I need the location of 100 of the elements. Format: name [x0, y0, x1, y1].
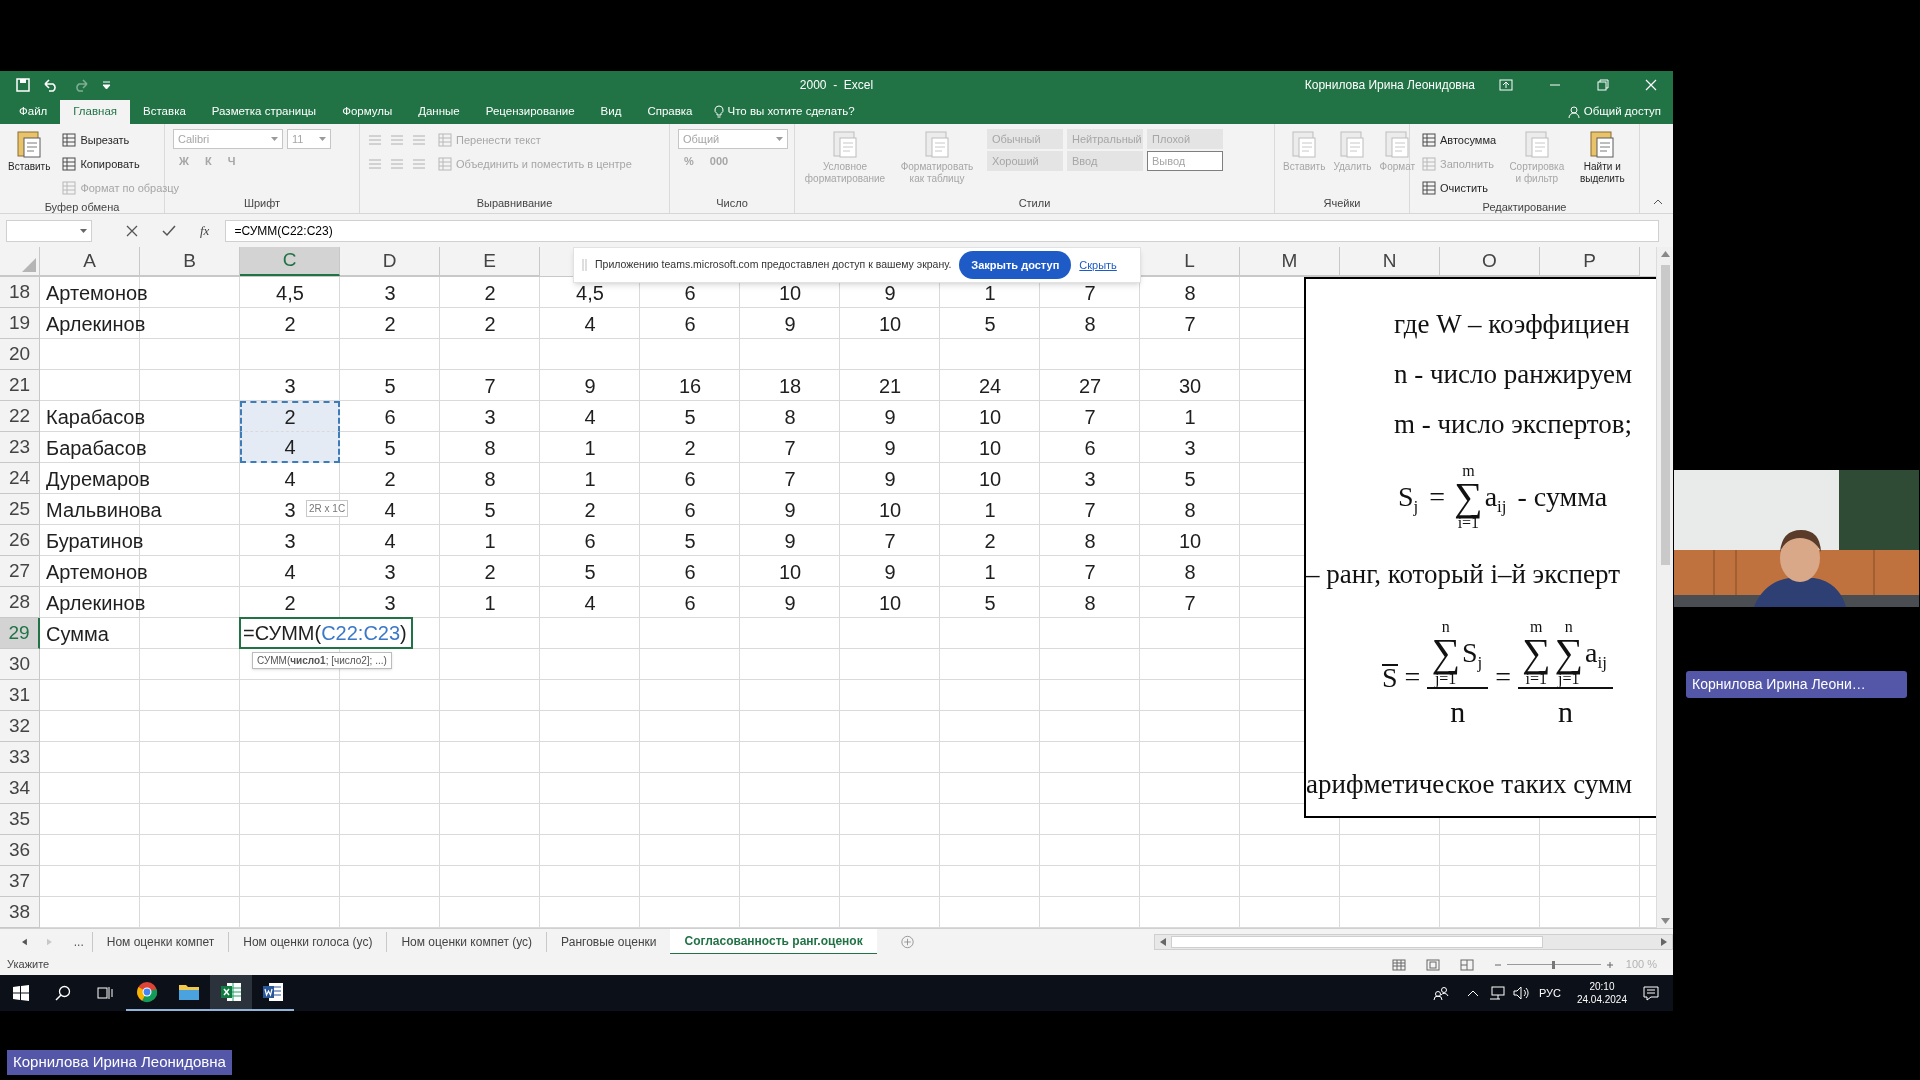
table-cell-text: 3 [284, 497, 296, 523]
column-header[interactable]: B [140, 247, 240, 276]
grip-icon[interactable] [582, 259, 587, 271]
row-header[interactable]: 24 [0, 463, 40, 494]
volume-icon[interactable] [1512, 986, 1529, 1000]
more-sheets-button[interactable]: ... [65, 932, 92, 951]
column-header[interactable]: E [440, 247, 540, 276]
ribbon-button[interactable]: Вставить [8, 129, 51, 173]
start-icon[interactable] [13, 985, 29, 1001]
collapse-ribbon-icon[interactable] [1653, 199, 1663, 205]
column-header[interactable]: C [240, 247, 340, 276]
zoom-slider[interactable] [1506, 958, 1601, 971]
search-icon[interactable] [55, 985, 71, 1001]
slider-thumb[interactable] [1552, 960, 1556, 969]
clock-date[interactable]: 24.04.2024 [1576, 993, 1627, 1006]
previous-sheet-icon[interactable] [22, 937, 27, 946]
cell-editor[interactable]: =СУММ(C22:C23) [239, 617, 413, 649]
scroll-right-icon[interactable] [1661, 937, 1667, 946]
ribbon-tab[interactable]: Вставка [130, 100, 199, 124]
share-button[interactable]: Общий доступ [1555, 100, 1673, 124]
save-icon[interactable] [16, 77, 30, 92]
notification-icon[interactable] [1643, 985, 1659, 1001]
page-break-icon[interactable] [1459, 958, 1474, 971]
ribbon-display-icon[interactable] [1499, 78, 1513, 91]
ribbon-tab[interactable]: Вид [587, 100, 635, 124]
row-header[interactable]: 30 [0, 649, 40, 680]
column-header[interactable]: N [1340, 247, 1440, 276]
scroll-up-icon[interactable] [1660, 251, 1670, 257]
table-cell-text: 6 [684, 466, 696, 492]
close-icon[interactable] [1645, 78, 1657, 91]
formula-input[interactable]: =СУММ(C22:C23) [225, 219, 1659, 242]
ribbon-tab[interactable]: Разметка страницы [198, 100, 330, 124]
column-header[interactable]: P [1540, 247, 1640, 276]
row-header[interactable]: 23 [0, 432, 40, 463]
row-header[interactable]: 37 [0, 866, 40, 897]
normal-view-icon[interactable] [1391, 958, 1406, 971]
ribbon-tab[interactable]: Главная [60, 100, 131, 124]
check-icon[interactable] [162, 224, 176, 237]
ribbon-tab[interactable]: Рецензирование [472, 100, 588, 124]
row-header[interactable]: 20 [0, 339, 40, 370]
scroll-down-icon[interactable] [1660, 918, 1670, 924]
document-text: арифметическое таких сумм [1306, 767, 1633, 801]
row-header[interactable]: 33 [0, 742, 40, 773]
table-cell-text: 2 [684, 435, 696, 461]
ribbon-button[interactable]: Копировать [58, 153, 144, 175]
taskbar-app[interactable] [210, 975, 252, 1011]
row-header[interactable]: 27 [0, 556, 40, 587]
ribbon-button[interactable]: Автосумма [1418, 129, 1501, 151]
people-icon[interactable] [1432, 985, 1449, 1001]
restore-icon[interactable] [1597, 78, 1609, 91]
row-header[interactable]: 26 [0, 525, 40, 556]
row-header[interactable]: 25 [0, 494, 40, 525]
row-header[interactable]: 38 [0, 897, 40, 928]
chevron-up-icon[interactable] [1466, 989, 1479, 997]
ribbon-button[interactable]: Очистить [1418, 177, 1492, 199]
row-header[interactable]: 36 [0, 835, 40, 866]
scrollbar-thumb[interactable] [1660, 265, 1670, 565]
column-header[interactable]: L [1140, 247, 1240, 276]
row-header[interactable]: 31 [0, 680, 40, 711]
row-header[interactable]: 32 [0, 711, 40, 742]
task-view-icon[interactable] [97, 985, 113, 1001]
sheet-tab[interactable]: Ном оценки компет [91, 931, 229, 952]
zoom-in-icon[interactable] [1605, 960, 1614, 969]
ribbon-button[interactable]: Найти и выделить [1573, 129, 1631, 185]
scroll-left-icon[interactable] [1160, 937, 1167, 946]
column-header[interactable]: D [340, 247, 440, 276]
tell-me-search[interactable]: Что вы хотите сделать? [705, 100, 863, 124]
page-layout-icon[interactable] [1425, 958, 1440, 971]
hide-link[interactable]: Скрыть [1079, 256, 1117, 274]
row-header[interactable]: 19 [0, 308, 40, 339]
stop-sharing-button[interactable]: Закрыть доступ [959, 251, 1072, 279]
customize-caret-icon[interactable] [102, 79, 111, 90]
row-header[interactable]: 21 [0, 370, 40, 401]
language-indicator[interactable]: РУС [1538, 984, 1561, 1002]
sheet-tab[interactable]: Согласованность ранг.оценок [670, 928, 877, 955]
ribbon-tab[interactable]: Справка [634, 100, 706, 124]
row-header[interactable]: 28 [0, 587, 40, 618]
ribbon-tab[interactable]: Файл [6, 100, 61, 124]
insert-function-button[interactable]: fx [200, 220, 210, 241]
ribbon-tab[interactable]: Формулы [329, 100, 406, 124]
sheet-tab[interactable]: Ном оценки голоса (ус) [228, 931, 387, 952]
sheet-tab[interactable]: Ном оценки компет (ус) [386, 931, 547, 952]
scrollbar-thumb[interactable] [1171, 935, 1544, 948]
table-cell-text: 3 [384, 590, 396, 616]
caret-icon[interactable] [80, 228, 87, 233]
clock-time[interactable]: 20:10 [1589, 980, 1615, 993]
network-icon[interactable] [1488, 986, 1505, 1000]
row-header[interactable]: 34 [0, 773, 40, 804]
grid-icon [62, 157, 77, 171]
row-header[interactable]: 29 [0, 618, 40, 649]
add-sheet-icon[interactable] [900, 933, 914, 950]
column-header[interactable]: M [1240, 247, 1340, 276]
column-header[interactable]: A [40, 247, 140, 276]
row-header[interactable]: 22 [0, 401, 40, 432]
row-header[interactable]: 35 [0, 804, 40, 835]
ribbon-tab[interactable]: Данные [405, 100, 473, 124]
cancel-icon[interactable] [126, 224, 138, 237]
ribbon-button[interactable]: Вырезать [58, 129, 134, 151]
row-header[interactable]: 18 [0, 277, 40, 308]
column-header[interactable]: O [1440, 247, 1540, 276]
